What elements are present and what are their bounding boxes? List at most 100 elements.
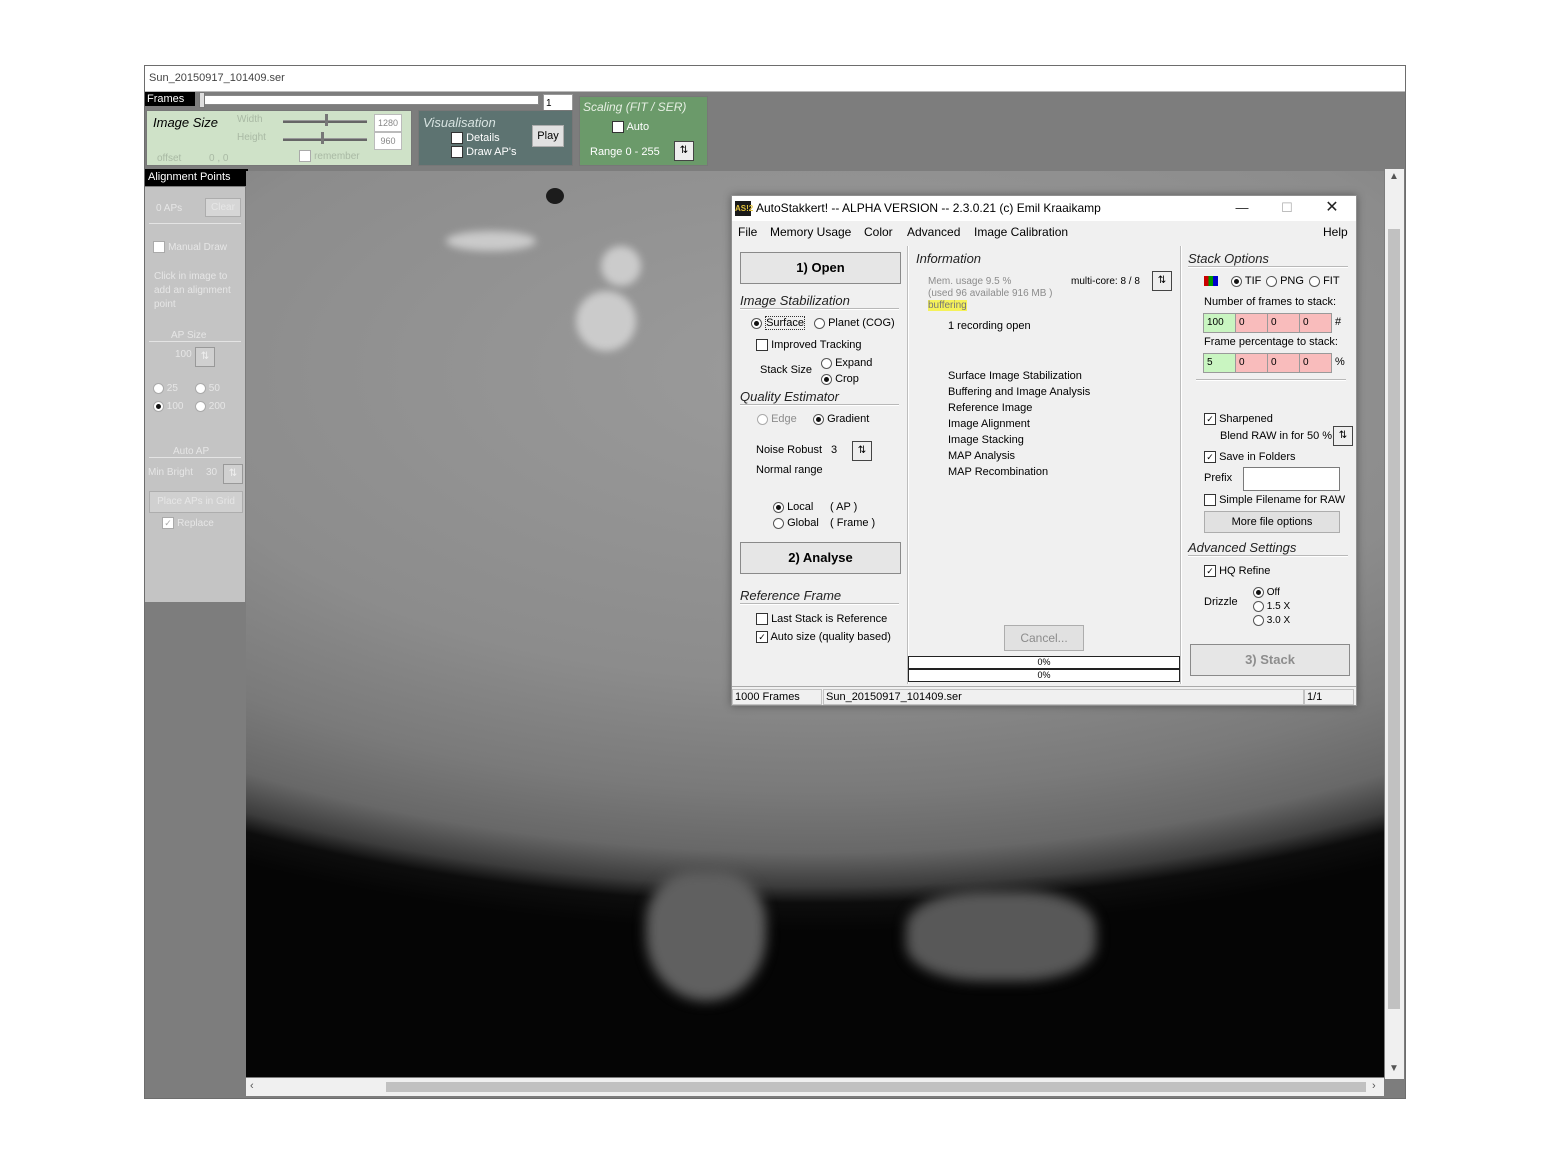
menu-memory-usage[interactable]: Memory Usage	[770, 225, 851, 239]
vertical-scrollbar[interactable]: ▲ ▼	[1385, 169, 1404, 1079]
save-in-folders-checkbox[interactable]: ✓ Save in Folders	[1204, 451, 1296, 464]
replace-checkbox[interactable]: ✓ Replace	[162, 517, 214, 530]
drizzle-off-option[interactable]: Off	[1253, 587, 1280, 598]
draw-aps-checkbox[interactable]: ✓ Draw AP's	[451, 146, 516, 159]
details-checkbox-box[interactable]: ✓	[451, 132, 463, 145]
frames-to-stack-input-1[interactable]: 100	[1203, 313, 1236, 333]
auto-scaling-checkbox[interactable]: ✓ Auto	[612, 121, 649, 134]
frames-to-stack-input-3[interactable]: 0	[1267, 313, 1300, 333]
menu-help[interactable]: Help	[1323, 225, 1348, 239]
global-radio[interactable]	[773, 517, 784, 529]
gradient-radio[interactable]	[813, 413, 824, 425]
menu-color[interactable]: Color	[864, 225, 893, 239]
expand-radio[interactable]	[821, 357, 832, 369]
expand-option[interactable]: Expand	[821, 357, 872, 369]
simple-filename-checkbox[interactable]: Simple Filename for RAW	[1204, 494, 1345, 507]
more-file-options-button[interactable]: More file options	[1204, 511, 1340, 533]
height-value[interactable]: 960	[374, 132, 402, 150]
width-value[interactable]: 1280	[374, 114, 402, 132]
sharpened-checkbox[interactable]: ✓ Sharpened	[1204, 413, 1273, 426]
frames-slider-thumb[interactable]	[199, 92, 205, 108]
drizzle-30-radio[interactable]	[1253, 615, 1264, 626]
surface-radio[interactable]	[751, 317, 762, 329]
ap-size-option-25[interactable]: 25	[153, 383, 178, 394]
width-slider-thumb[interactable]	[325, 114, 328, 126]
ap-size-option-50[interactable]: 50	[195, 383, 220, 394]
stack-button[interactable]: 3) Stack	[1190, 644, 1350, 676]
manual-draw-checkbox[interactable]: Manual Draw	[153, 241, 227, 254]
range-adjust-icon[interactable]: ⇅	[674, 141, 694, 161]
prefix-input[interactable]	[1243, 467, 1340, 491]
hq-refine-box[interactable]: ✓	[1204, 565, 1216, 578]
play-button[interactable]: Play	[532, 125, 564, 147]
height-slider-thumb[interactable]	[321, 132, 324, 144]
improved-tracking-box[interactable]	[756, 339, 768, 352]
scroll-up-icon[interactable]: ▲	[1389, 171, 1399, 182]
fit-option[interactable]: FIT	[1309, 275, 1340, 287]
drizzle-off-radio[interactable]	[1253, 587, 1264, 598]
hq-refine-checkbox[interactable]: ✓ HQ Refine	[1204, 565, 1270, 578]
percentage-input-2[interactable]: 0	[1235, 353, 1268, 373]
percentage-input-3[interactable]: 0	[1267, 353, 1300, 373]
local-option[interactable]: Local	[773, 501, 813, 513]
drizzle-30-option[interactable]: 3.0 X	[1253, 615, 1290, 626]
auto-scaling-checkbox-box[interactable]: ✓	[612, 121, 624, 134]
menu-advanced[interactable]: Advanced	[907, 225, 960, 239]
ap-size-value[interactable]: 100	[175, 349, 192, 360]
horizontal-scroll-thumb[interactable]	[386, 1082, 1366, 1092]
tif-radio[interactable]	[1231, 275, 1242, 287]
ap-size-adjust-icon[interactable]: ⇅	[195, 347, 215, 367]
multicore-adjust-icon[interactable]: ⇅	[1152, 271, 1172, 291]
remember-checkbox-box[interactable]	[299, 150, 311, 163]
planet-radio[interactable]	[814, 317, 825, 329]
improved-tracking-checkbox[interactable]: Improved Tracking	[756, 339, 862, 352]
ap-size-50-radio[interactable]	[195, 383, 206, 394]
min-bright-value[interactable]: 30	[206, 467, 217, 478]
maximize-icon[interactable]: ☐	[1272, 198, 1302, 218]
cancel-button[interactable]: Cancel...	[1004, 625, 1084, 651]
percentage-input-4[interactable]: 0	[1299, 353, 1332, 373]
gradient-option[interactable]: Gradient	[813, 413, 869, 425]
surface-option[interactable]: Surface	[751, 316, 805, 330]
scroll-down-icon[interactable]: ▼	[1389, 1063, 1399, 1074]
frames-to-stack-input-4[interactable]: 0	[1299, 313, 1332, 333]
drizzle-15-option[interactable]: 1.5 X	[1253, 601, 1290, 612]
draw-aps-checkbox-box[interactable]: ✓	[451, 146, 463, 159]
png-option[interactable]: PNG	[1266, 275, 1304, 287]
vertical-scroll-thumb[interactable]	[1388, 229, 1400, 1009]
remember-checkbox[interactable]: remember	[299, 150, 360, 163]
manual-draw-checkbox-box[interactable]	[153, 241, 165, 254]
ap-size-25-radio[interactable]	[153, 383, 164, 394]
png-radio[interactable]	[1266, 275, 1277, 287]
scroll-left-icon[interactable]: ‹	[250, 1080, 254, 1092]
ap-size-option-200[interactable]: 200	[195, 401, 225, 412]
tif-option[interactable]: TIF	[1231, 275, 1261, 287]
replace-checkbox-box[interactable]: ✓	[162, 517, 174, 530]
frames-slider[interactable]	[201, 95, 539, 105]
last-stack-reference-box[interactable]	[756, 613, 768, 626]
percentage-input-1[interactable]: 5	[1203, 353, 1236, 373]
open-button[interactable]: 1) Open	[740, 252, 901, 284]
save-in-folders-box[interactable]: ✓	[1204, 451, 1216, 464]
global-option[interactable]: Global	[773, 517, 819, 529]
fit-radio[interactable]	[1309, 275, 1320, 287]
analyse-button[interactable]: 2) Analyse	[740, 542, 901, 574]
horizontal-scrollbar[interactable]: ‹ ›	[246, 1078, 1384, 1096]
blend-adjust-icon[interactable]: ⇅	[1333, 426, 1353, 446]
minimize-icon[interactable]: —	[1227, 198, 1257, 218]
last-stack-reference-checkbox[interactable]: Last Stack is Reference	[756, 613, 887, 626]
place-aps-grid-button[interactable]: Place APs in Grid	[149, 491, 243, 513]
scroll-right-icon[interactable]: ›	[1372, 1080, 1376, 1092]
clear-aps-button[interactable]: Clear	[205, 198, 241, 217]
ap-size-option-100[interactable]: 100	[153, 401, 183, 412]
crop-option[interactable]: Crop	[821, 373, 859, 385]
noise-robust-adjust-icon[interactable]: ⇅	[852, 441, 872, 461]
min-bright-adjust-icon[interactable]: ⇅	[223, 464, 243, 484]
planet-option[interactable]: Planet (COG)	[814, 317, 895, 329]
close-icon[interactable]: ✕	[1317, 198, 1347, 218]
crop-radio[interactable]	[821, 373, 832, 385]
sharpened-box[interactable]: ✓	[1204, 413, 1216, 426]
ap-size-200-radio[interactable]	[195, 401, 206, 412]
menu-file[interactable]: File	[738, 225, 757, 239]
details-checkbox[interactable]: ✓ Details	[451, 132, 500, 145]
